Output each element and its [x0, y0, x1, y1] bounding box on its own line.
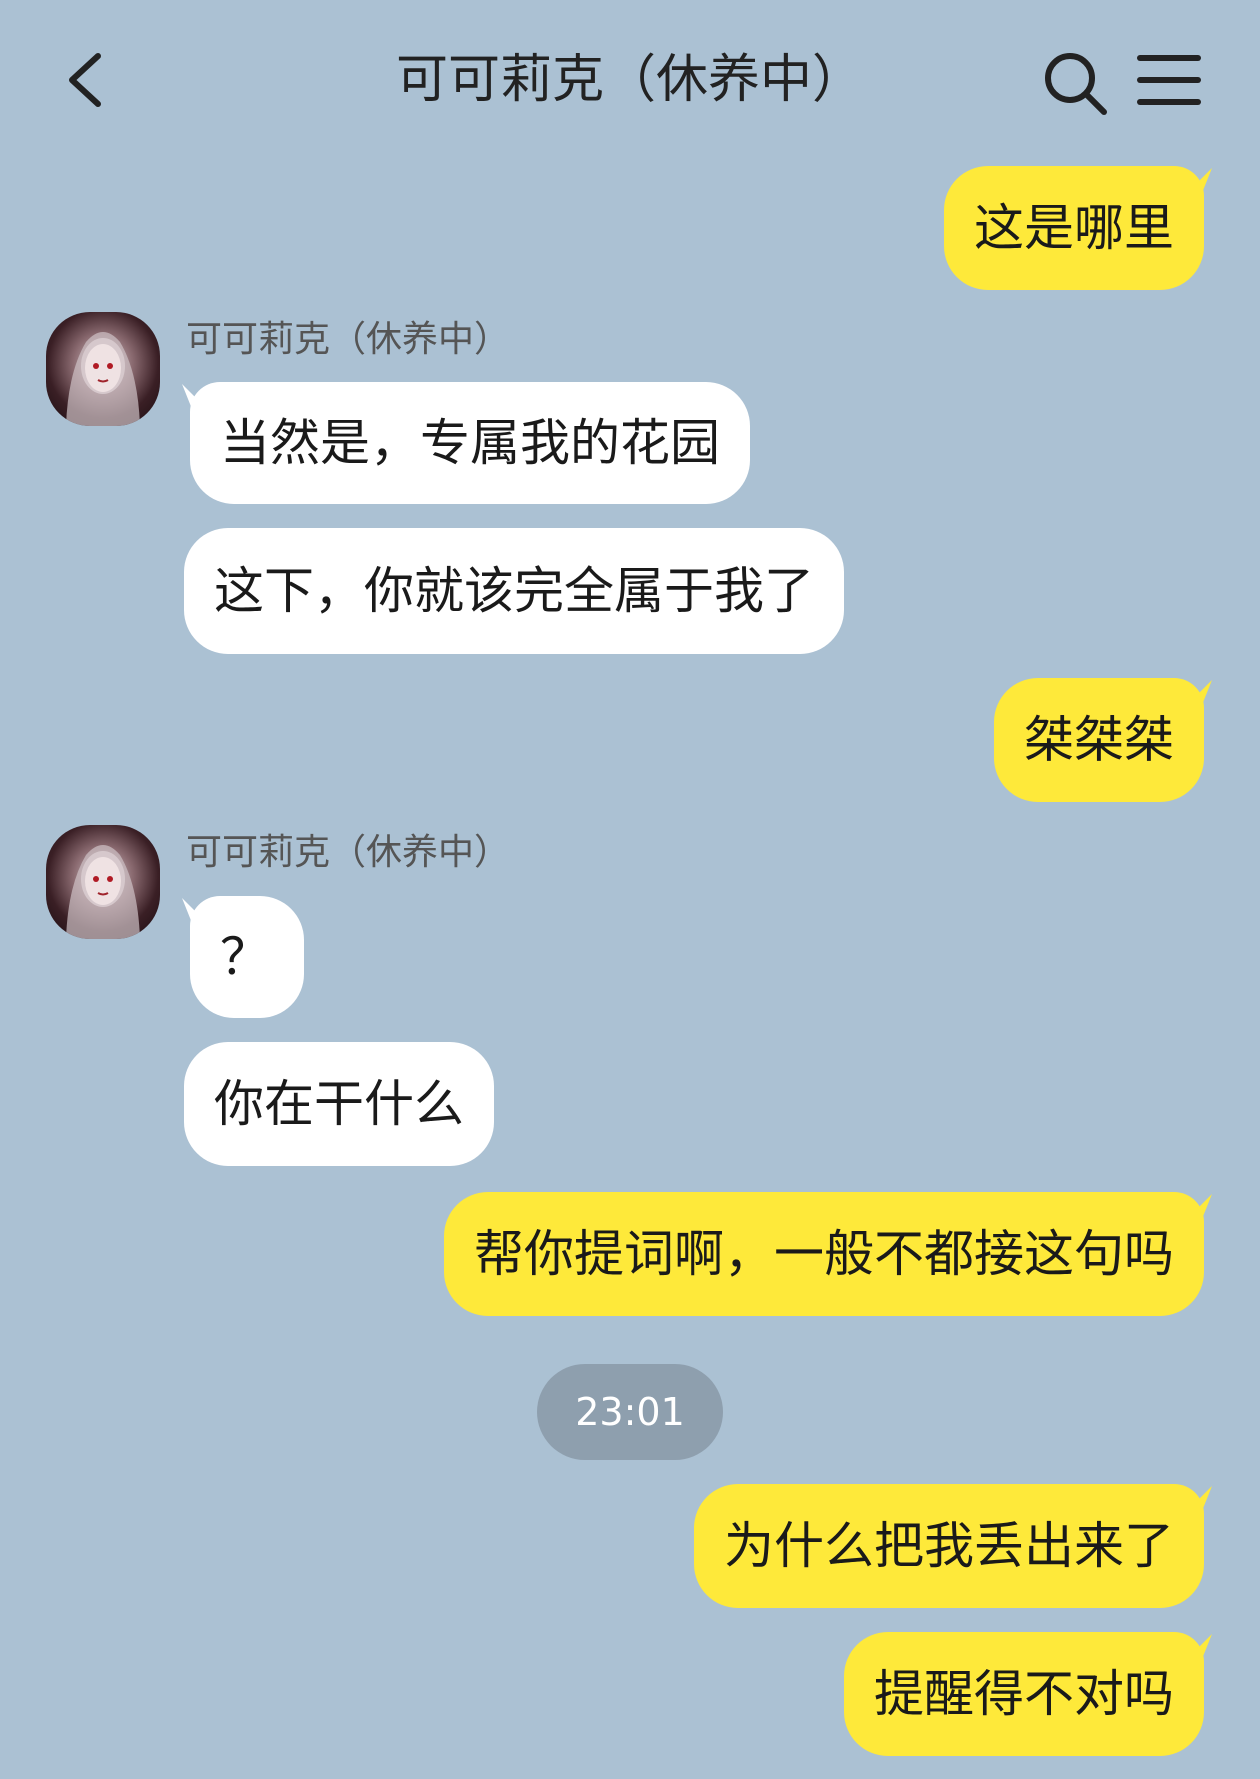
search-button[interactable] [1040, 48, 1110, 118]
timestamp-badge: 23:01 [537, 1364, 723, 1460]
incoming-message[interactable]: 当然是，专属我的花园 [190, 382, 750, 504]
avatar[interactable] [46, 312, 160, 426]
menu-icon [1137, 55, 1201, 105]
avatar-image [66, 332, 140, 426]
incoming-message[interactable]: ？ [190, 896, 304, 1018]
avatar-image [66, 845, 140, 939]
outgoing-message[interactable]: 提醒得不对吗 [844, 1632, 1204, 1756]
search-icon [1045, 53, 1107, 115]
sender-name: 可可莉克（休养中） [186, 319, 511, 360]
sender-name: 可可莉克（休养中） [186, 832, 511, 873]
outgoing-message[interactable]: 桀桀桀 [994, 678, 1204, 802]
menu-button[interactable] [1136, 50, 1202, 110]
outgoing-message[interactable]: 为什么把我丢出来了 [694, 1484, 1204, 1608]
chat-header: 可可莉克（休养中） [0, 0, 1260, 160]
incoming-message[interactable]: 这下，你就该完全属于我了 [184, 528, 844, 654]
incoming-message[interactable]: 你在干什么 [184, 1042, 494, 1166]
outgoing-message[interactable]: 这是哪里 [944, 166, 1204, 290]
avatar[interactable] [46, 825, 160, 939]
outgoing-message[interactable]: 帮你提词啊，一般不都接这句吗 [444, 1192, 1204, 1316]
